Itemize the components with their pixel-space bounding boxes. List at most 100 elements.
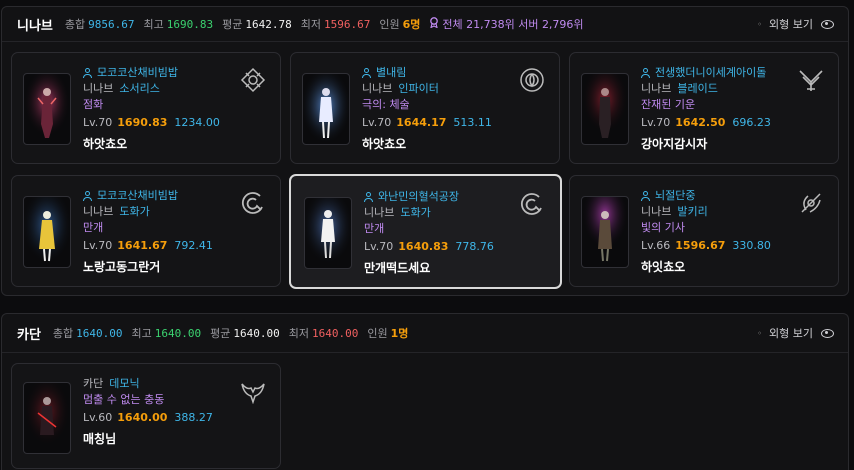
count-label: 인원 xyxy=(379,18,400,31)
combat-power: 330.80 xyxy=(732,239,771,252)
character-card[interactable]: 전생했더니이세계아이돌 니나브 블레이드 잔재된 기운 Lv.70 1642.50 6… xyxy=(569,52,839,164)
sorceress-class-icon xyxy=(240,67,266,93)
total-value: 1640.00 xyxy=(76,326,123,340)
item-level: 1690.83 xyxy=(117,116,168,129)
character-server: 니나브 xyxy=(83,205,114,218)
item-level: 1640.83 xyxy=(398,240,449,253)
toggle-dot-icon: ◦ xyxy=(757,19,763,29)
eye-icon xyxy=(821,328,834,338)
artist-class-icon xyxy=(240,190,266,216)
eye-icon xyxy=(821,19,834,29)
character-class: 도화가 xyxy=(400,206,431,219)
max-value: 1640.00 xyxy=(154,326,202,340)
combat-power: 778.76 xyxy=(455,240,494,253)
combat-power: 513.11 xyxy=(453,116,492,129)
character-server: 니나브 xyxy=(641,82,672,95)
character-portrait xyxy=(302,73,350,145)
avg-label: 평균 xyxy=(222,18,243,31)
combat-power: 1234.00 xyxy=(174,116,220,129)
character-server: 니나브 xyxy=(362,82,393,95)
combat-power: 792.41 xyxy=(174,239,213,252)
character-level: Lv.60 xyxy=(83,411,113,424)
total-value: 9856.67 xyxy=(88,17,135,31)
character-portrait xyxy=(23,196,71,268)
character-class: 데모닉 xyxy=(109,377,140,390)
server-header: 니나브 총합 9856.67 최고 1690.83 평균 1642.78 최저 1596… xyxy=(2,7,848,42)
count-label: 인원 xyxy=(367,327,388,340)
character-portrait xyxy=(581,196,629,268)
combat-power: 696.23 xyxy=(732,116,771,129)
character-title: 점화 xyxy=(83,98,104,111)
avg-label: 평균 xyxy=(210,327,231,340)
guild-name: 강아지감시자 xyxy=(641,137,708,151)
character-title: 빛의 기사 xyxy=(641,221,685,234)
character-name: 와난민의혈석공장 xyxy=(378,190,459,203)
guild-name: 노랑고동그란거 xyxy=(83,260,161,274)
guild-name: 하앗쵸오 xyxy=(362,137,407,151)
character-title: 멈출 수 없는 충동 xyxy=(83,393,165,406)
character-portrait xyxy=(23,382,71,454)
character-title: 만개 xyxy=(364,222,385,235)
character-server: 니나브 xyxy=(641,205,672,218)
character-card[interactable]: 카단 데모닉 멈출 수 없는 충동 Lv.60 1640.00 388.27 매칭님 xyxy=(11,363,281,469)
character-level: Lv.70 xyxy=(362,116,392,129)
item-level: 1644.17 xyxy=(396,116,447,129)
user-icon xyxy=(641,68,651,78)
character-name: 전생했더니이세계아이돌 xyxy=(655,66,767,79)
toggle-dot-icon: ◦ xyxy=(757,328,763,338)
character-card[interactable]: 모코코산채비빔밥 니나브 도화가 만개 Lv.70 1641.67 792.41 노랑… xyxy=(11,175,281,287)
character-card[interactable]: 뇌절단중 니나브 발키리 빛의 기사 Lv.66 1596.67 330.80 하잇쵸… xyxy=(569,175,839,287)
total-label: 총합 xyxy=(64,18,86,31)
item-level: 1641.67 xyxy=(117,239,168,252)
user-icon xyxy=(364,192,374,202)
character-level: Lv.66 xyxy=(641,239,671,252)
max-label: 최고 xyxy=(131,327,152,340)
character-portrait xyxy=(23,73,71,145)
count-value: 6명 xyxy=(402,18,421,31)
character-class: 블레이드 xyxy=(677,82,718,95)
server-header: 카단 총합 1640.00 최고 1640.00 평균 1640.00 최저 1640.… xyxy=(2,314,848,353)
rank-text: 전체 21,738위 서버 2,796위 xyxy=(442,18,584,31)
min-label: 최저 xyxy=(300,18,321,31)
character-portrait xyxy=(581,73,629,145)
character-card[interactable]: 모코코산채비빔밥 니나브 소서리스 점화 Lv.70 1690.83 1234.00 … xyxy=(11,52,281,164)
character-level: Lv.70 xyxy=(83,116,113,129)
server-panel-kadan: 카단 총합 1640.00 최고 1640.00 평균 1640.00 최저 1640.… xyxy=(1,313,849,470)
min-label: 최저 xyxy=(288,327,309,340)
character-server: 카단 xyxy=(83,377,104,390)
ribbon-icon xyxy=(429,17,439,31)
character-class: 발키리 xyxy=(677,205,708,218)
view-appearance-button[interactable]: ◦ 외형 보기 xyxy=(757,314,834,352)
character-server: 니나브 xyxy=(83,82,114,95)
min-value: 1640.00 xyxy=(312,326,359,340)
character-name: 별내림 xyxy=(376,66,407,79)
character-title: 잔재된 기운 xyxy=(641,98,696,111)
character-card-selected[interactable]: 와난민의혈석공장 니나브 도화가 만개 Lv.70 1640.83 778.76 만개… xyxy=(289,174,562,289)
guild-name: 하앗쵸오 xyxy=(83,137,128,151)
user-icon xyxy=(641,191,651,201)
server-panel-ninav: 니나브 총합 9856.67 최고 1690.83 평균 1642.78 최저 1596… xyxy=(1,6,849,296)
blade-class-icon xyxy=(798,67,824,93)
guild-name: 만개떡드세요 xyxy=(364,261,431,275)
max-value: 1690.83 xyxy=(166,17,214,31)
view-appearance-label: 외형 보기 xyxy=(769,327,813,340)
character-card[interactable]: 별내림 니나브 인파이터 극의: 체술 Lv.70 1644.17 513.11 하앗… xyxy=(290,52,560,164)
character-class: 도화가 xyxy=(119,205,150,218)
server-name: 니나브 xyxy=(17,18,53,34)
max-label: 최고 xyxy=(143,18,164,31)
item-level: 1640.00 xyxy=(117,411,168,424)
infighter-class-icon xyxy=(519,67,545,93)
character-server: 니나브 xyxy=(364,206,395,219)
character-level: Lv.70 xyxy=(83,239,113,252)
character-title: 만개 xyxy=(83,221,104,234)
character-name: 모코코산채비빔밥 xyxy=(97,66,178,79)
guild-name: 매칭님 xyxy=(83,432,117,446)
artist-class-icon xyxy=(519,191,545,217)
character-class: 인파이터 xyxy=(398,82,439,95)
user-icon xyxy=(83,68,93,78)
character-name: 모코코산채비빔밥 xyxy=(97,189,178,202)
character-class: 소서리스 xyxy=(119,82,160,95)
user-icon xyxy=(362,68,372,78)
view-appearance-button[interactable]: ◦ 외형 보기 xyxy=(757,7,834,41)
character-portrait xyxy=(304,197,352,269)
